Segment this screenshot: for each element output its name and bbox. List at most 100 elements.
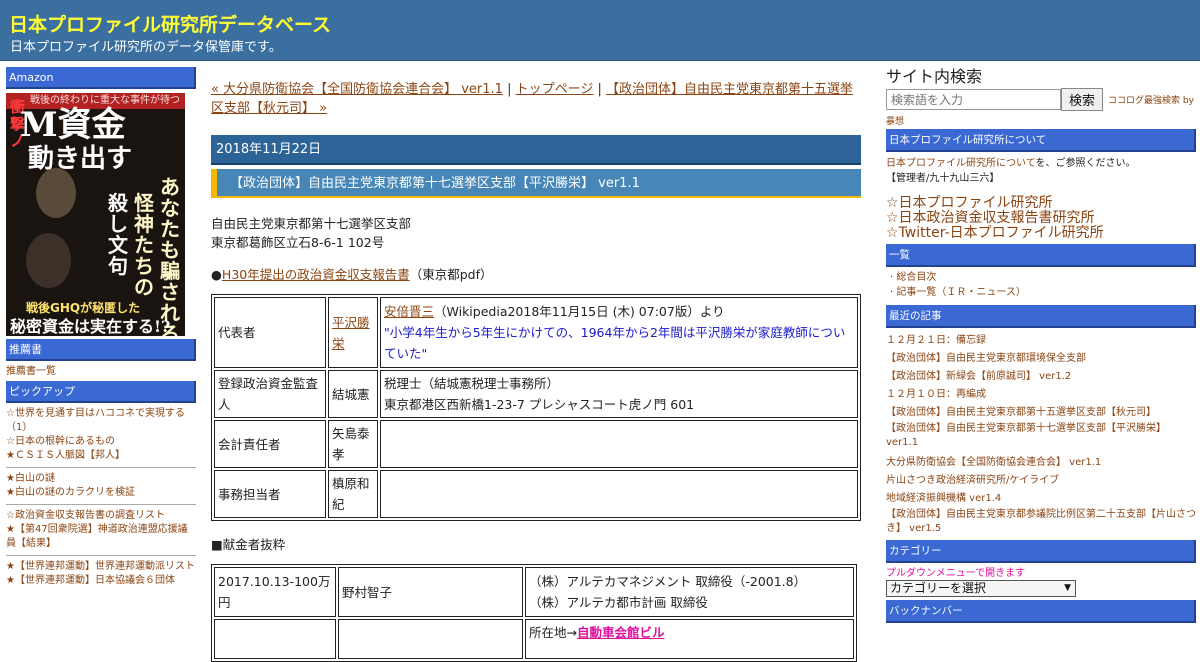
table-row: 所在地→自動車会館ビル xyxy=(214,619,854,659)
book-title-line1: M資金 xyxy=(20,105,126,145)
pickup-link[interactable]: ★【世界連邦運動】日本協議会６団体 xyxy=(6,574,196,588)
post-navigation: « 大分県防衛協会【全国防衛協会連合会】 ver1.1 | トップページ | 【… xyxy=(211,80,861,118)
backnumber-heading: バックナンバー xyxy=(886,600,1196,623)
pickup-heading: ピックアップ xyxy=(6,381,196,403)
about-suffix: を、ご参照ください。 xyxy=(1035,158,1136,169)
nav-separator: | xyxy=(502,82,516,97)
table-cell: 矢島泰孝 xyxy=(328,420,378,468)
pickup-link[interactable]: ★【第47回衆院選】神道政治連盟応援議員【結果】 xyxy=(6,523,196,551)
about-link[interactable]: 日本プロファイル研究所について xyxy=(886,158,1036,169)
list-item: · 記事一覧（ＩＲ・ニュース） xyxy=(890,287,1026,298)
table-row: 登録政治資金監査人 結城憲 税理士（結城憲税理士事務所） 東京都港区西新橋1-2… xyxy=(214,370,858,418)
table-cell: 会計責任者 xyxy=(214,420,326,468)
nav-separator: | xyxy=(593,82,606,97)
pdf-line: ●H30年提出の政治資金収支報告書（東京都pdf） xyxy=(211,265,861,284)
recent-item[interactable]: １２月２１日：備忘録 xyxy=(886,332,1196,350)
about-heading: 日本プロファイル研究所について xyxy=(886,129,1196,152)
profile-lab-link[interactable]: ☆日本プロファイル研究所 xyxy=(886,196,1196,211)
pickup-link[interactable]: ★白山の謎 xyxy=(6,472,196,486)
table-cell: 槙原和紀 xyxy=(328,470,378,518)
recent-item[interactable]: 【政治団体】自由民主党東京都環境保全支部 xyxy=(886,350,1196,368)
big-links: ☆日本プロファイル研究所 ☆日本政治資金収支報告書研究所 ☆Twitter-日本… xyxy=(886,196,1196,241)
recent-list: １２月２１日：備忘録 【政治団体】自由民主党東京都環境保全支部 【政治団体】新緑… xyxy=(886,332,1196,536)
book-vertical-text-2: 怪神たちの xyxy=(134,191,154,299)
recommend-list-link[interactable]: 推薦書一覧 xyxy=(6,365,196,379)
search-powered-link[interactable]: ココログ最強検索 by xyxy=(1108,93,1194,106)
pickup-link[interactable]: ★【世界連邦運動】世界連邦運動派リスト xyxy=(6,560,196,574)
book-bottom-text-2: 秘密資金は実在する!? xyxy=(10,317,171,336)
bullet: ● xyxy=(211,267,222,282)
pickup-link[interactable]: ★ＣＳＩＳ人脈図【邦人】 xyxy=(6,449,196,463)
left-sidebar: Amazon 戦後の終わりに重大な事件が待つ 衝撃ノ M資金 動き出す あなたも… xyxy=(6,67,196,588)
site-title[interactable]: 日本プロファイル研究所データベース xyxy=(9,10,331,37)
quote-text: "小学4年生から5年生にかけての、1964年から2年間は平沢勝栄が家庭教師につい… xyxy=(384,325,846,361)
search-title: サイト内検索 xyxy=(886,67,983,86)
chevron-down-icon: ▼ xyxy=(1064,583,1071,593)
table-cell: 所在地→自動車会館ビル xyxy=(525,619,854,659)
recent-item[interactable]: 地域経済振興機構 ver1.4 xyxy=(886,490,1196,508)
pickup-link[interactable]: ☆日本の根幹にあるもの xyxy=(6,435,196,449)
search-powered-suffix[interactable]: 暴想 xyxy=(886,114,1196,129)
site-description: 日本プロファイル研究所のデータ保管庫です。 xyxy=(10,40,282,55)
pickup-link[interactable]: ☆政治資金収支報告書の調査リスト xyxy=(6,509,196,523)
category-select[interactable]: カテゴリーを選択 ▼ xyxy=(886,580,1076,597)
toc-link[interactable]: 総合目次 xyxy=(896,272,936,283)
about-text: 日本プロファイル研究所についてを、ご参照ください。 xyxy=(886,156,1196,171)
recommend-heading: 推薦書 xyxy=(6,339,196,361)
pdf-report-link[interactable]: H30年提出の政治資金収支報告書 xyxy=(222,267,410,282)
table-cell xyxy=(380,420,858,468)
table-cell xyxy=(338,619,523,659)
divider xyxy=(6,467,196,468)
rep-name-link[interactable]: 平沢勝栄 xyxy=(332,315,370,351)
category-select-value: カテゴリーを選択 xyxy=(890,581,987,595)
table-cell xyxy=(380,470,858,518)
recent-item[interactable]: 【政治団体】新緑会【前原誠司】 ver1.2 xyxy=(886,368,1196,386)
post-title[interactable]: 【政治団体】自由民主党東京都第十七選挙区支部【平沢勝栄】 ver1.1 xyxy=(211,169,861,198)
search-button[interactable]: 検索 xyxy=(1061,88,1103,111)
recent-item[interactable]: １２月１０日：再編成 xyxy=(886,386,1196,404)
pdf-suffix: （東京都pdf） xyxy=(409,267,493,282)
twitter-link[interactable]: ☆Twitter-日本プロファイル研究所 xyxy=(886,226,1196,241)
table-cell xyxy=(214,619,336,659)
recent-item[interactable]: 大分県防衛協会【全国防衛協会連合会】 ver1.1 xyxy=(886,454,1196,472)
articles-link[interactable]: 記事一覧（ＩＲ・ニュース） xyxy=(896,287,1026,298)
table-row: 事務担当者 槙原和紀 xyxy=(214,470,858,518)
recent-item[interactable]: 【政治団体】自由民主党東京都参議院比例区第二十五支部【片山さつき】 ver1.5 xyxy=(886,508,1196,536)
table-cell: 野村智子 xyxy=(338,567,523,617)
book-vertical-text-3: 殺し文句 xyxy=(108,191,128,278)
list-item: · 総合目次 xyxy=(890,272,937,283)
auditor-address: 東京都港区西新橋1-23-7 プレシャスコート虎ノ門 601 xyxy=(384,397,695,412)
list-links: · 総合目次 · 記事一覧（ＩＲ・ニュース） xyxy=(886,271,1196,301)
list-heading: 一覧 xyxy=(886,244,1196,267)
top-page-link[interactable]: トップページ xyxy=(516,82,594,97)
pickup-list: ☆世界を見通す目はハココネで実現する（1） ☆日本の根幹にあるもの ★ＣＳＩＳ人… xyxy=(6,407,196,588)
category-hint: プルダウンメニューで開きます xyxy=(886,568,1026,579)
prev-post-link[interactable]: « 大分県防衛協会【全国防衛協会連合会】 ver1.1 xyxy=(211,82,503,97)
table-row: 代表者 平沢勝栄 安倍晋三（Wikipedia2018年11月15日 (木) 0… xyxy=(214,297,858,368)
recent-item[interactable]: 片山さつき政治経済研究所/ケイライブ xyxy=(886,472,1196,490)
location-link[interactable]: 自動車会館ビル xyxy=(577,625,665,640)
category-heading: カテゴリー xyxy=(886,540,1196,563)
funds-lab-link[interactable]: ☆日本政治資金収支報告書研究所 xyxy=(886,211,1196,226)
divider xyxy=(6,555,196,556)
table-cell: 代表者 xyxy=(214,297,326,368)
amazon-heading: Amazon xyxy=(6,67,196,89)
org-name: 自由民主党東京都第十七選挙区支部 xyxy=(211,216,412,231)
recent-item[interactable]: 【政治団体】自由民主党東京都第十五選挙区支部【秋元司】 xyxy=(886,404,1196,422)
book-cover-image[interactable]: 戦後の終わりに重大な事件が待つ 衝撃ノ M資金 動き出す あなたも騙される 怪神… xyxy=(6,93,185,336)
pickup-link[interactable]: ★白山の謎のカラクリを検証 xyxy=(6,486,196,500)
donor-role: （株）アルテカ都市計画 取締役 xyxy=(529,595,708,610)
donor-role: （株）アルテカマネジメント 取締役（-2001.8） xyxy=(529,574,807,589)
recent-item[interactable]: 【政治団体】自由民主党東京都第十七選挙区支部【平沢勝栄】 ver1.1 xyxy=(886,422,1196,450)
book-face-shape xyxy=(36,168,76,218)
search-input[interactable] xyxy=(886,89,1061,110)
org-address: 東京都葛飾区立石8-6-1 102号 xyxy=(211,235,385,250)
wiki-link[interactable]: 安倍晋三 xyxy=(384,304,434,319)
pickup-link[interactable]: ☆世界を見通す目はハココネで実現する（1） xyxy=(6,407,196,435)
location-prefix: 所在地→ xyxy=(529,625,577,640)
table-cell: （株）アルテカマネジメント 取締役（-2001.8） （株）アルテカ都市計画 取… xyxy=(525,567,854,617)
officers-table: 代表者 平沢勝栄 安倍晋三（Wikipedia2018年11月15日 (木) 0… xyxy=(211,294,861,521)
table-cell: 結城憲 xyxy=(328,370,378,418)
table-cell: 2017.10.13-100万円 xyxy=(214,567,336,617)
divider xyxy=(6,504,196,505)
